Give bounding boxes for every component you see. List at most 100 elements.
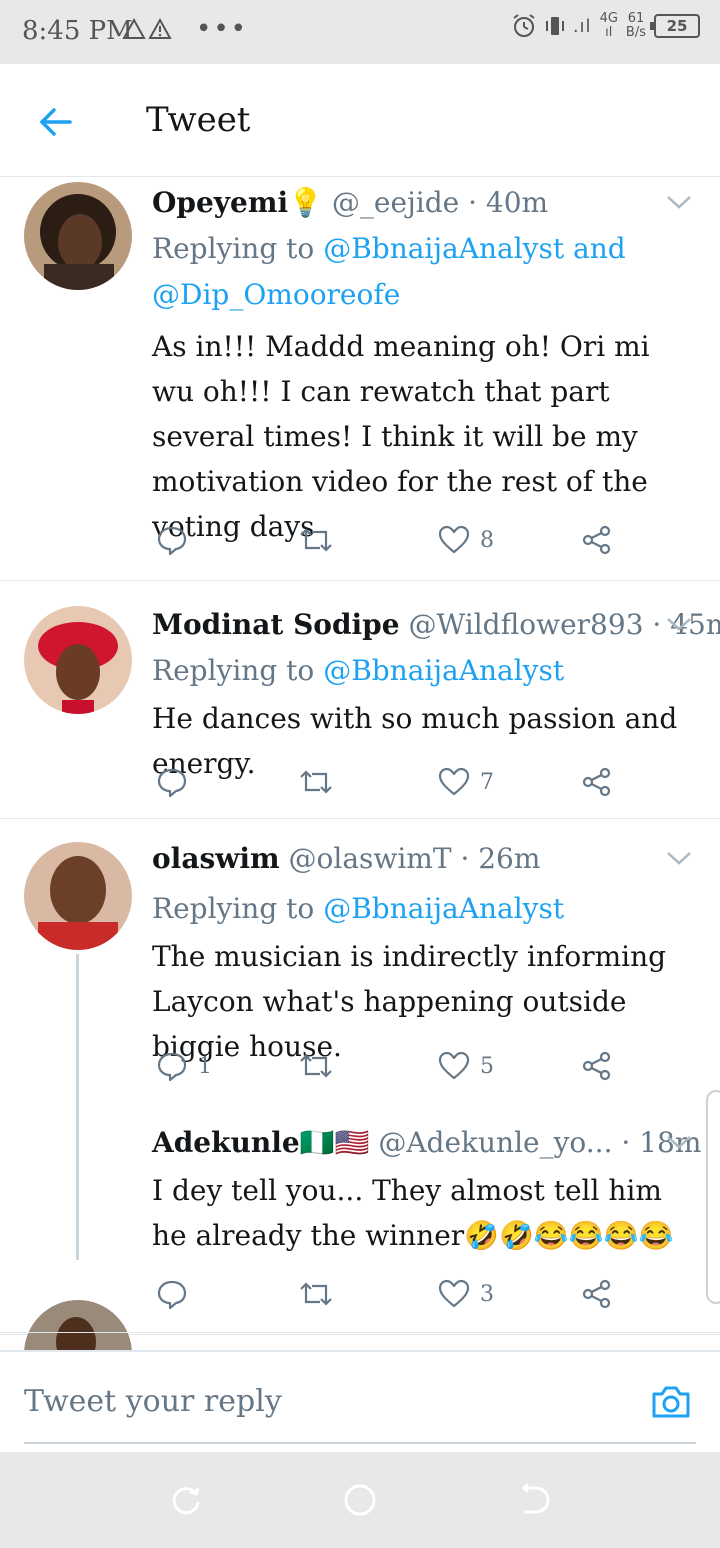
net-speed: 61 B/s [626, 12, 646, 40]
network-type-label: 4G [599, 11, 618, 26]
tweet-card[interactable]: Opeyemi💡 @_eejide · 40m Replying to @Bbn… [0, 176, 720, 581]
like-count: 7 [480, 769, 494, 795]
like-count: 5 [480, 1053, 494, 1079]
tweet-menu-button[interactable] [664, 192, 694, 212]
tweet-text: As in!!! Maddd meaning oh! Ori mi wu oh!… [152, 330, 650, 543]
timestamp: · 40m [468, 186, 549, 219]
back-button[interactable] [36, 102, 76, 142]
signal-icon: .ıl [572, 15, 592, 37]
flags-emoji: 🇳🇬🇺🇸 [299, 1126, 370, 1159]
handle[interactable]: @olaswimT [289, 842, 452, 875]
mention-link[interactable]: @Dip_Omooreofe [152, 278, 400, 311]
retweet-button[interactable] [298, 1046, 344, 1086]
tweet-menu-button[interactable] [664, 848, 694, 868]
avatar[interactable] [24, 606, 132, 714]
handle[interactable]: @Wildflower893 [408, 608, 643, 641]
tweet-header: Modinat Sodipe @Wildflower893 · 45m [152, 608, 720, 641]
warning-icons [122, 16, 174, 48]
alarm-icon [513, 14, 535, 37]
home-button[interactable] [342, 1482, 378, 1518]
mention-and[interactable]: and [573, 232, 626, 265]
replying-to: Replying to @BbnaijaAnalyst [152, 886, 692, 932]
reply-icon [157, 768, 187, 798]
share-button[interactable] [580, 1046, 612, 1086]
reply-button[interactable] [156, 762, 198, 802]
chevron-down-icon [667, 618, 691, 631]
tweet-header: olaswim @olaswimT · 26m [152, 842, 540, 875]
avatar[interactable] [24, 182, 132, 290]
reply-icon [157, 1280, 187, 1310]
avatar-image [24, 182, 132, 290]
like-count: 3 [480, 1281, 494, 1307]
retweet-button[interactable] [298, 1274, 344, 1314]
display-name[interactable]: Opeyemi [152, 186, 288, 219]
share-button[interactable] [580, 520, 612, 560]
display-name[interactable]: olaswim [152, 842, 280, 875]
tweet-text: I dey tell you... They almost tell him h… [152, 1174, 674, 1252]
tweet-card[interactable]: Modinat Sodipe @Wildflower893 · 45m Repl… [0, 580, 720, 819]
reply-button[interactable] [156, 1274, 198, 1314]
system-nav-bar [0, 1452, 720, 1548]
share-button[interactable] [580, 1274, 612, 1314]
mention-link[interactable]: @BbnaijaAnalyst [323, 232, 564, 265]
warning-icon [122, 17, 172, 39]
reply-input-underline [24, 1442, 696, 1444]
replying-to: Replying to @BbnaijaAnalyst and @Dip_Omo… [152, 226, 692, 318]
tweet-header: Adekunle🇳🇬🇺🇸 @Adekunle_yo... · 18m [152, 1126, 701, 1159]
lightbulb-icon: 💡 [288, 186, 324, 219]
tweet-header: Opeyemi💡 @_eejide · 40m [152, 186, 548, 219]
heart-icon [438, 1051, 470, 1080]
share-icon [582, 767, 611, 797]
recents-icon [172, 1487, 200, 1515]
divider [0, 1332, 720, 1333]
reply-count: 1 [198, 1053, 212, 1079]
avatar[interactable] [24, 842, 132, 950]
tweet-actions: 7 [152, 762, 632, 802]
vibrate-icon [545, 17, 564, 35]
retweet-icon [300, 770, 332, 794]
replying-label: Replying to [152, 232, 315, 265]
reply-button[interactable] [156, 520, 198, 560]
heart-icon [438, 1279, 470, 1308]
reply-button[interactable]: 1 [156, 1046, 212, 1086]
home-icon [344, 1484, 376, 1516]
signal-bars-icon: ıl [605, 25, 613, 40]
tweet-actions: 1 5 [152, 1046, 632, 1086]
retweet-icon [300, 1282, 332, 1306]
top-app-bar: Tweet [0, 64, 720, 177]
thread-connector [76, 954, 79, 1260]
net-speed-unit: B/s [625, 25, 646, 40]
tweet-actions: 3 [152, 1274, 632, 1314]
retweet-button[interactable] [298, 520, 344, 560]
like-button[interactable]: 7 [438, 762, 494, 802]
back-nav-button[interactable] [516, 1482, 552, 1518]
tweet-menu-button[interactable] [664, 1132, 694, 1152]
camera-button[interactable] [650, 1382, 692, 1422]
back-arrow-icon [40, 108, 72, 136]
retweet-button[interactable] [298, 762, 344, 802]
recents-button[interactable] [168, 1482, 204, 1518]
like-button[interactable]: 8 [438, 520, 494, 560]
edge-panel-handle[interactable] [706, 1090, 720, 1304]
network-type: 4G ıl [600, 12, 618, 40]
retweet-icon [300, 528, 332, 552]
share-icon [582, 1279, 611, 1309]
like-button[interactable]: 5 [438, 1046, 494, 1086]
mention-link[interactable]: @BbnaijaAnalyst [323, 892, 564, 925]
status-right: .ıl 4G ıl 61 B/s 25 [511, 12, 700, 40]
replying-to: Replying to @BbnaijaAnalyst [152, 648, 692, 694]
share-button[interactable] [580, 762, 612, 802]
reply-input[interactable]: Tweet your reply [24, 1384, 644, 1419]
tweet-menu-button[interactable] [664, 614, 694, 634]
display-name[interactable]: Modinat Sodipe [152, 608, 400, 641]
heart-icon [438, 525, 470, 554]
chevron-down-icon [667, 196, 691, 209]
display-name[interactable]: Adekunle [152, 1126, 300, 1159]
avatar-image [24, 842, 132, 950]
mention-link[interactable]: @BbnaijaAnalyst [323, 654, 564, 687]
status-bar: 8:45 PM ••• .ıl 4G ıl 61 B/s 25 [0, 0, 720, 64]
handle[interactable]: @_eejide [332, 186, 459, 219]
like-button[interactable]: 3 [438, 1274, 494, 1314]
handle[interactable]: @Adekunle_yo... [378, 1126, 612, 1159]
replying-label: Replying to [152, 892, 315, 925]
